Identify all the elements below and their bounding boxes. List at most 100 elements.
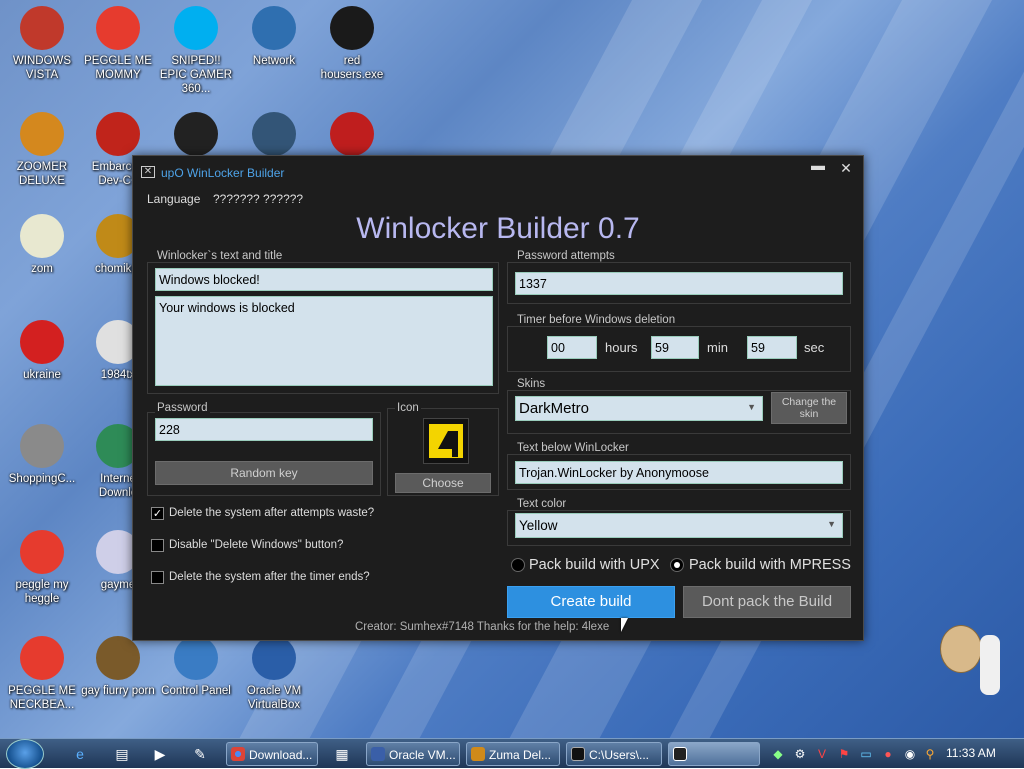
minutes-field[interactable]: 59 <box>651 336 699 359</box>
close-button[interactable]: ✕ <box>833 158 859 178</box>
desktop-icon-label: ukraine <box>23 369 61 381</box>
desktop-icon[interactable] <box>158 112 234 160</box>
virtualbox-icon <box>252 636 296 680</box>
delete-after-timer-checkbox[interactable] <box>151 571 164 584</box>
icon-group-label: Icon <box>395 402 421 414</box>
desktop-icon[interactable] <box>236 112 312 160</box>
desktop-icon[interactable]: ukraine <box>4 320 80 382</box>
skype-icon <box>174 6 218 50</box>
choose-icon-button[interactable]: Choose <box>395 473 491 493</box>
bowl-icon <box>20 6 64 50</box>
password-group-label: Password <box>155 402 210 414</box>
delete-after-timer-label: Delete the system after the timer ends? <box>169 571 370 583</box>
tray-app-icon[interactable]: V <box>814 746 830 762</box>
desktop-icon[interactable]: Oracle VM VirtualBox <box>236 636 312 712</box>
zombie-icon <box>330 6 374 50</box>
hours-field[interactable]: 00 <box>547 336 597 359</box>
desktop-icon[interactable]: Network <box>236 6 312 68</box>
chrome-icon <box>231 747 245 761</box>
app-icon: ✕ <box>141 166 155 178</box>
desktop-icon[interactable]: SNIPED!! EPIC GAMER 360... <box>158 6 234 96</box>
random-key-button[interactable]: Random key <box>155 461 373 485</box>
desktop-icon[interactable]: ZOOMER DELUXE <box>4 112 80 188</box>
start-button[interactable] <box>6 739 44 769</box>
tray-app-icon[interactable]: ◉ <box>902 746 918 762</box>
virtualbox-icon <box>371 747 385 761</box>
create-build-button[interactable]: Create build <box>507 586 675 618</box>
desktop-icon[interactable]: peggle my heggle <box>4 530 80 606</box>
hamster-mascot <box>940 615 1010 715</box>
desktop-icon[interactable]: PEGGLE ME MOMMY <box>80 6 156 82</box>
desktop-icon[interactable]: WINDOWS VISTA <box>4 6 80 82</box>
winlocker-app-icon <box>673 747 687 761</box>
dark-app-icon <box>174 112 218 156</box>
task-download[interactable]: Download... <box>226 742 318 766</box>
attempts-field[interactable]: 1337 <box>515 272 843 295</box>
skins-group-label: Skins <box>515 378 548 390</box>
explorer-icon[interactable]: ▤ <box>108 742 136 766</box>
tray-app-icon[interactable]: ◆ <box>770 746 786 762</box>
desktop-icon[interactable]: red housers.exe <box>314 6 390 82</box>
flag-icon[interactable]: ⚑ <box>836 746 852 762</box>
task-7zip[interactable]: C:\Users\... <box>566 742 662 766</box>
tray-app-icon[interactable]: ⚙ <box>792 746 808 762</box>
task-winlocker[interactable] <box>668 742 760 766</box>
winlocker-icon-preview[interactable] <box>423 418 469 464</box>
desktop-icon-label: Network <box>252 55 296 67</box>
disable-delete-button-checkbox[interactable] <box>151 539 164 552</box>
task-oracle-vm[interactable]: Oracle VM... <box>366 742 460 766</box>
password-field[interactable]: 228 <box>155 418 373 441</box>
desktop-icon-label: WINDOWS VISTA <box>12 55 72 81</box>
dont-pack-button[interactable]: Dont pack the Build <box>683 586 851 618</box>
taskbar: e ▤ ▶ ✎ Download... ▦ Oracle VM... Zuma … <box>0 738 1024 769</box>
paint-icon[interactable]: ✎ <box>186 742 214 766</box>
mpress-radio[interactable] <box>670 558 684 572</box>
window-title: upO WinLocker Builder <box>161 166 285 180</box>
mpress-label: Pack build with MPRESS <box>689 557 851 573</box>
desktop-icon[interactable]: zom <box>4 214 80 276</box>
desktop-icon-label: Oracle VM VirtualBox <box>246 685 302 711</box>
minutes-unit: min <box>707 340 728 355</box>
desktop-icon[interactable]: PEGGLE ME NECKBEA... <box>4 636 80 712</box>
language-value[interactable]: ??????? ?????? <box>213 192 303 206</box>
upx-radio[interactable] <box>511 558 525 572</box>
minimize-button[interactable]: ▬ <box>805 158 831 178</box>
title-field[interactable]: Windows blocked! <box>155 268 493 291</box>
delete-after-attempts-checkbox[interactable]: ✓ <box>151 507 164 520</box>
upx-label: Pack build with UPX <box>529 557 660 573</box>
desktop-icon[interactable]: Control Panel <box>158 636 234 698</box>
volume-icon[interactable]: ● <box>880 746 896 762</box>
desktop-icon[interactable]: gay fiurry porn <box>80 636 156 698</box>
change-skin-button[interactable]: Change the skin <box>771 392 847 424</box>
network-icon <box>252 6 296 50</box>
calculator-icon[interactable]: ▦ <box>328 742 356 766</box>
network-tray-icon[interactable]: ▭ <box>858 746 874 762</box>
desktop-icon-label: SNIPED!! EPIC GAMER 360... <box>159 55 233 95</box>
title-bar[interactable]: ✕ upO WinLocker Builder ▬ ✕ <box>133 156 863 186</box>
winlocker-builder-window: ✕ upO WinLocker Builder ▬ ✕ Language ???… <box>132 155 864 641</box>
desktop-icon-label: ShoppingC... <box>8 473 76 485</box>
clock[interactable]: 11:33 AM <box>946 746 996 760</box>
attempts-group-label: Password attempts <box>515 250 617 262</box>
delete-after-attempts-label: Delete the system after attempts waste? <box>169 507 375 519</box>
beaver-box-icon <box>96 636 140 680</box>
language-menu[interactable]: Language <box>147 192 200 206</box>
peggle-icon <box>20 636 64 680</box>
media-player-icon[interactable]: ▶ <box>146 742 174 766</box>
seconds-field[interactable]: 59 <box>747 336 797 359</box>
text-group-label: Winlocker`s text and title <box>155 250 285 262</box>
text-below-field[interactable]: Trojan.WinLocker by Anonymoose <box>515 461 843 484</box>
devcpp-icon <box>96 112 140 156</box>
timer-group-label: Timer before Windows deletion <box>515 314 678 326</box>
skin-select[interactable]: DarkMetro ▼ <box>515 396 763 421</box>
message-field[interactable]: Your windows is blocked <box>155 296 493 386</box>
desktop-icon[interactable]: ShoppingC... <box>4 424 80 486</box>
skin-select-value: DarkMetro <box>519 400 590 417</box>
search-icon[interactable]: ⚲ <box>922 746 938 762</box>
ie-icon[interactable]: e <box>66 742 94 766</box>
text-color-group-label: Text color <box>515 498 569 510</box>
text-color-select[interactable]: Yellow ▼ <box>515 513 843 538</box>
mouse-cursor-icon <box>621 618 628 632</box>
task-zuma[interactable]: Zuma Del... <box>466 742 560 766</box>
desktop-icon[interactable] <box>314 112 390 160</box>
